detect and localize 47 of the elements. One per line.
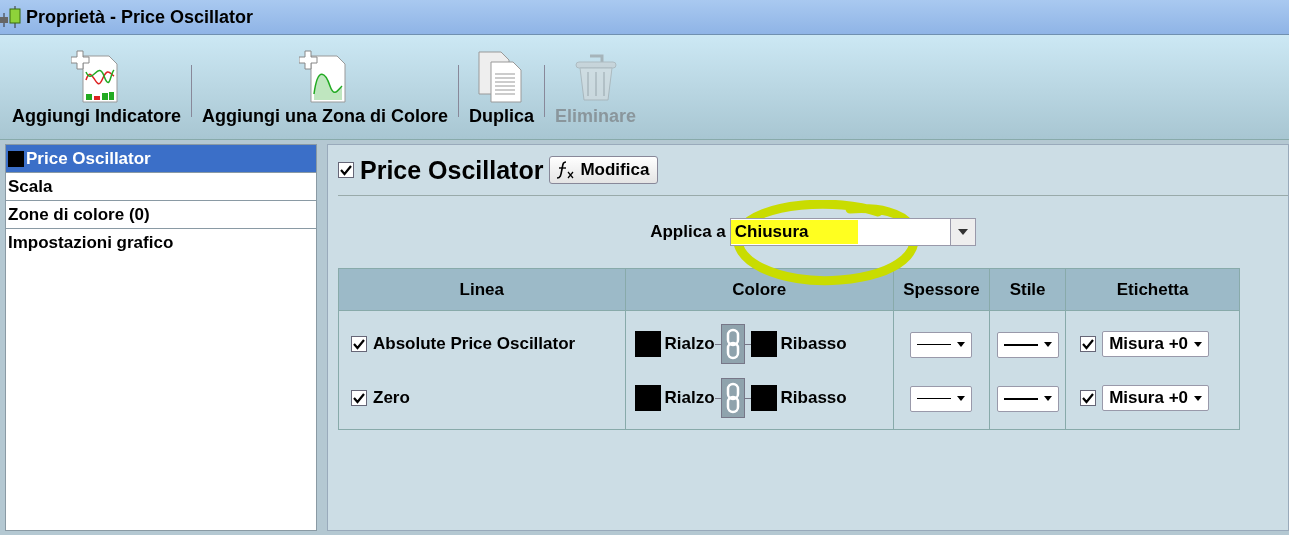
color-label: Rialzo: [664, 334, 715, 354]
dropdown-arrow-icon: [957, 396, 966, 402]
toolbar-button[interactable]: Aggiungi Indicatore: [8, 50, 185, 127]
color-swatch[interactable]: [750, 331, 777, 357]
link-icon[interactable]: [720, 378, 745, 418]
thickness-dropdown[interactable]: [910, 385, 973, 412]
color-swatch[interactable]: [750, 385, 777, 411]
sidebar-item[interactable]: Zone di colore (0): [6, 201, 316, 229]
column-header: Spessore: [893, 268, 990, 311]
color-swatch[interactable]: [634, 385, 661, 411]
dropdown-arrow-icon: [957, 229, 968, 235]
toolbar-button[interactable]: Aggiungi una Zona di Colore: [198, 50, 452, 127]
style-dropdown[interactable]: [996, 331, 1059, 358]
style-dropdown[interactable]: [996, 385, 1059, 412]
toolbar-button[interactable]: Duplica: [465, 50, 538, 127]
line-name: Absolute Price Oscillator: [373, 334, 576, 354]
label-dropdown[interactable]: Misura +0: [1102, 331, 1210, 357]
window-title: Proprietà - Price Oscillator: [26, 6, 254, 28]
dropdown-arrow-icon: [1043, 342, 1052, 347]
checkbox[interactable]: [351, 336, 367, 352]
color-swatch[interactable]: [634, 331, 661, 357]
sidebar-item[interactable]: Price Oscillator: [6, 145, 316, 173]
candlestick-icon: [0, 5, 22, 29]
source-dropdown[interactable]: Chiusura: [729, 218, 976, 246]
column-header: Linea: [338, 268, 625, 311]
sidebar-item[interactable]: Impostazioni grafico: [6, 229, 316, 256]
dropdown-arrow-icon: [957, 342, 966, 348]
column-header: Etichetta: [1065, 268, 1240, 311]
edit-button[interactable]: Modifica: [549, 156, 659, 184]
checkbox[interactable]: [1080, 336, 1097, 352]
sidebar-item[interactable]: Scala: [6, 173, 316, 201]
checkbox[interactable]: [1080, 390, 1097, 406]
link-icon[interactable]: [720, 324, 745, 364]
dropdown-arrow-icon: [1043, 396, 1052, 401]
apply-label: Applica a: [650, 222, 726, 242]
indicator-title: Price Oscillator: [360, 155, 544, 185]
label-dropdown[interactable]: Misura +0: [1102, 385, 1210, 411]
dropdown-arrow-icon: [1194, 341, 1203, 347]
thickness-dropdown[interactable]: [910, 331, 973, 358]
column-header: Stile: [989, 268, 1066, 311]
checkbox[interactable]: [351, 390, 367, 406]
line-name: Zero: [373, 388, 410, 408]
color-label: Ribasso: [780, 388, 847, 408]
dropdown-arrow-icon: [1194, 395, 1203, 401]
color-label: Rialzo: [664, 388, 715, 408]
checkbox[interactable]: [338, 162, 354, 178]
color-label: Ribasso: [780, 334, 847, 354]
